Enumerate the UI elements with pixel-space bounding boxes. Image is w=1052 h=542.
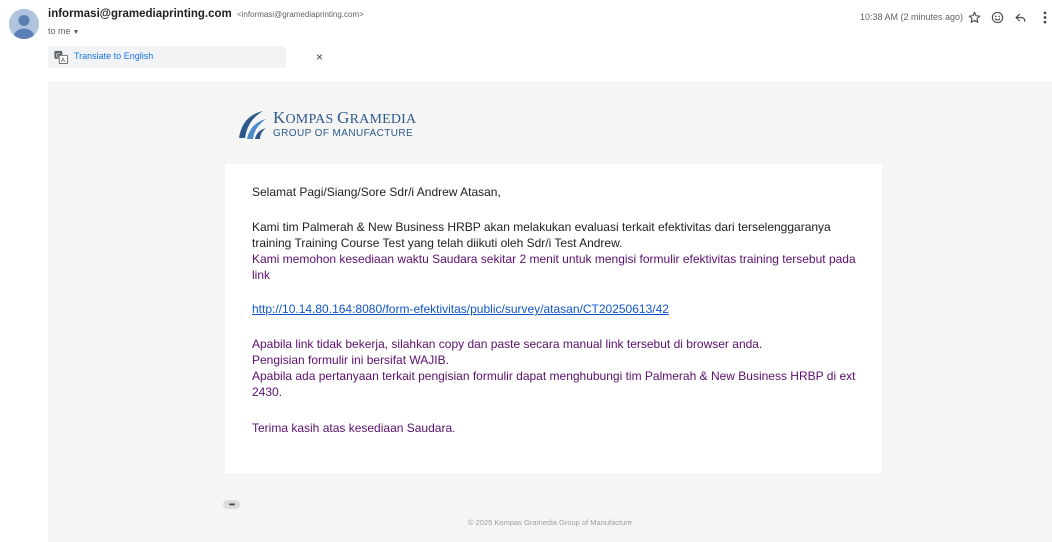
logo-subtitle: GROUP OF MANUFACTURE <box>273 128 414 139</box>
recipient-label: to me <box>48 26 71 36</box>
logo-title: KOMPAS GRAMEDIA <box>273 108 417 127</box>
message-card: Selamat Pagi/Siang/Sore Sdr/i Andrew Ata… <box>225 164 882 473</box>
survey-link[interactable]: http://10.14.80.164:8080/form-efektivita… <box>252 302 669 316</box>
person-icon <box>9 9 39 39</box>
translate-link[interactable]: Translate to English <box>74 51 153 61</box>
sender-name[interactable]: informasi@gramediaprinting.com <box>48 8 232 20</box>
close-icon[interactable]: × <box>316 49 323 65</box>
reply-icon[interactable] <box>1010 7 1030 27</box>
request-paragraph: Kami memohon kesediaan waktu Saudara sek… <box>252 252 856 282</box>
translate-bar: G A Translate to English × <box>48 46 323 68</box>
mandatory-note: Pengisian formulir ini bersifat WAJIB. <box>252 353 449 367</box>
recipient-details-toggle[interactable]: to me ▼ <box>48 26 79 36</box>
kompas-gramedia-logo-icon <box>239 111 266 139</box>
timestamp: 10:38 AM (2 minutes ago) <box>860 12 964 22</box>
closing-text: Terima kasih atas kesediaan Saudara. <box>252 421 456 435</box>
star-icon[interactable] <box>964 7 984 27</box>
translate-icon: G A <box>54 50 68 64</box>
show-trimmed-content-button[interactable]: ••• <box>223 500 240 509</box>
copy-paste-note: Apabila link tidak bekerja, silahkan cop… <box>252 337 763 351</box>
emoji-icon[interactable] <box>987 7 1007 27</box>
sender-email: <informasi@gramediaprinting.com> <box>236 10 364 19</box>
caret-down-icon: ▼ <box>72 29 80 36</box>
sender-line: informasi@gramediaprinting.com <informas… <box>48 8 364 20</box>
email-footer: © 2025 Kompas Gramedia Group of Manufact… <box>468 518 632 527</box>
email-body: KOMPAS GRAMEDIA GROUP OF MANUFACTURE Sel… <box>48 81 1052 542</box>
more-vert-icon[interactable] <box>1038 7 1052 27</box>
greeting-text: Selamat Pagi/Siang/Sore Sdr/i Andrew Ata… <box>252 185 501 199</box>
intro-paragraph: Kami tim Palmerah & New Business HRBP ak… <box>252 220 831 250</box>
more-horiz-icon: ••• <box>228 499 235 509</box>
company-logo: KOMPAS GRAMEDIA GROUP OF MANUFACTURE <box>235 108 455 144</box>
sender-avatar[interactable] <box>9 9 39 39</box>
contact-note: Apabila ada pertanyaan terkait pengisian… <box>252 369 856 399</box>
